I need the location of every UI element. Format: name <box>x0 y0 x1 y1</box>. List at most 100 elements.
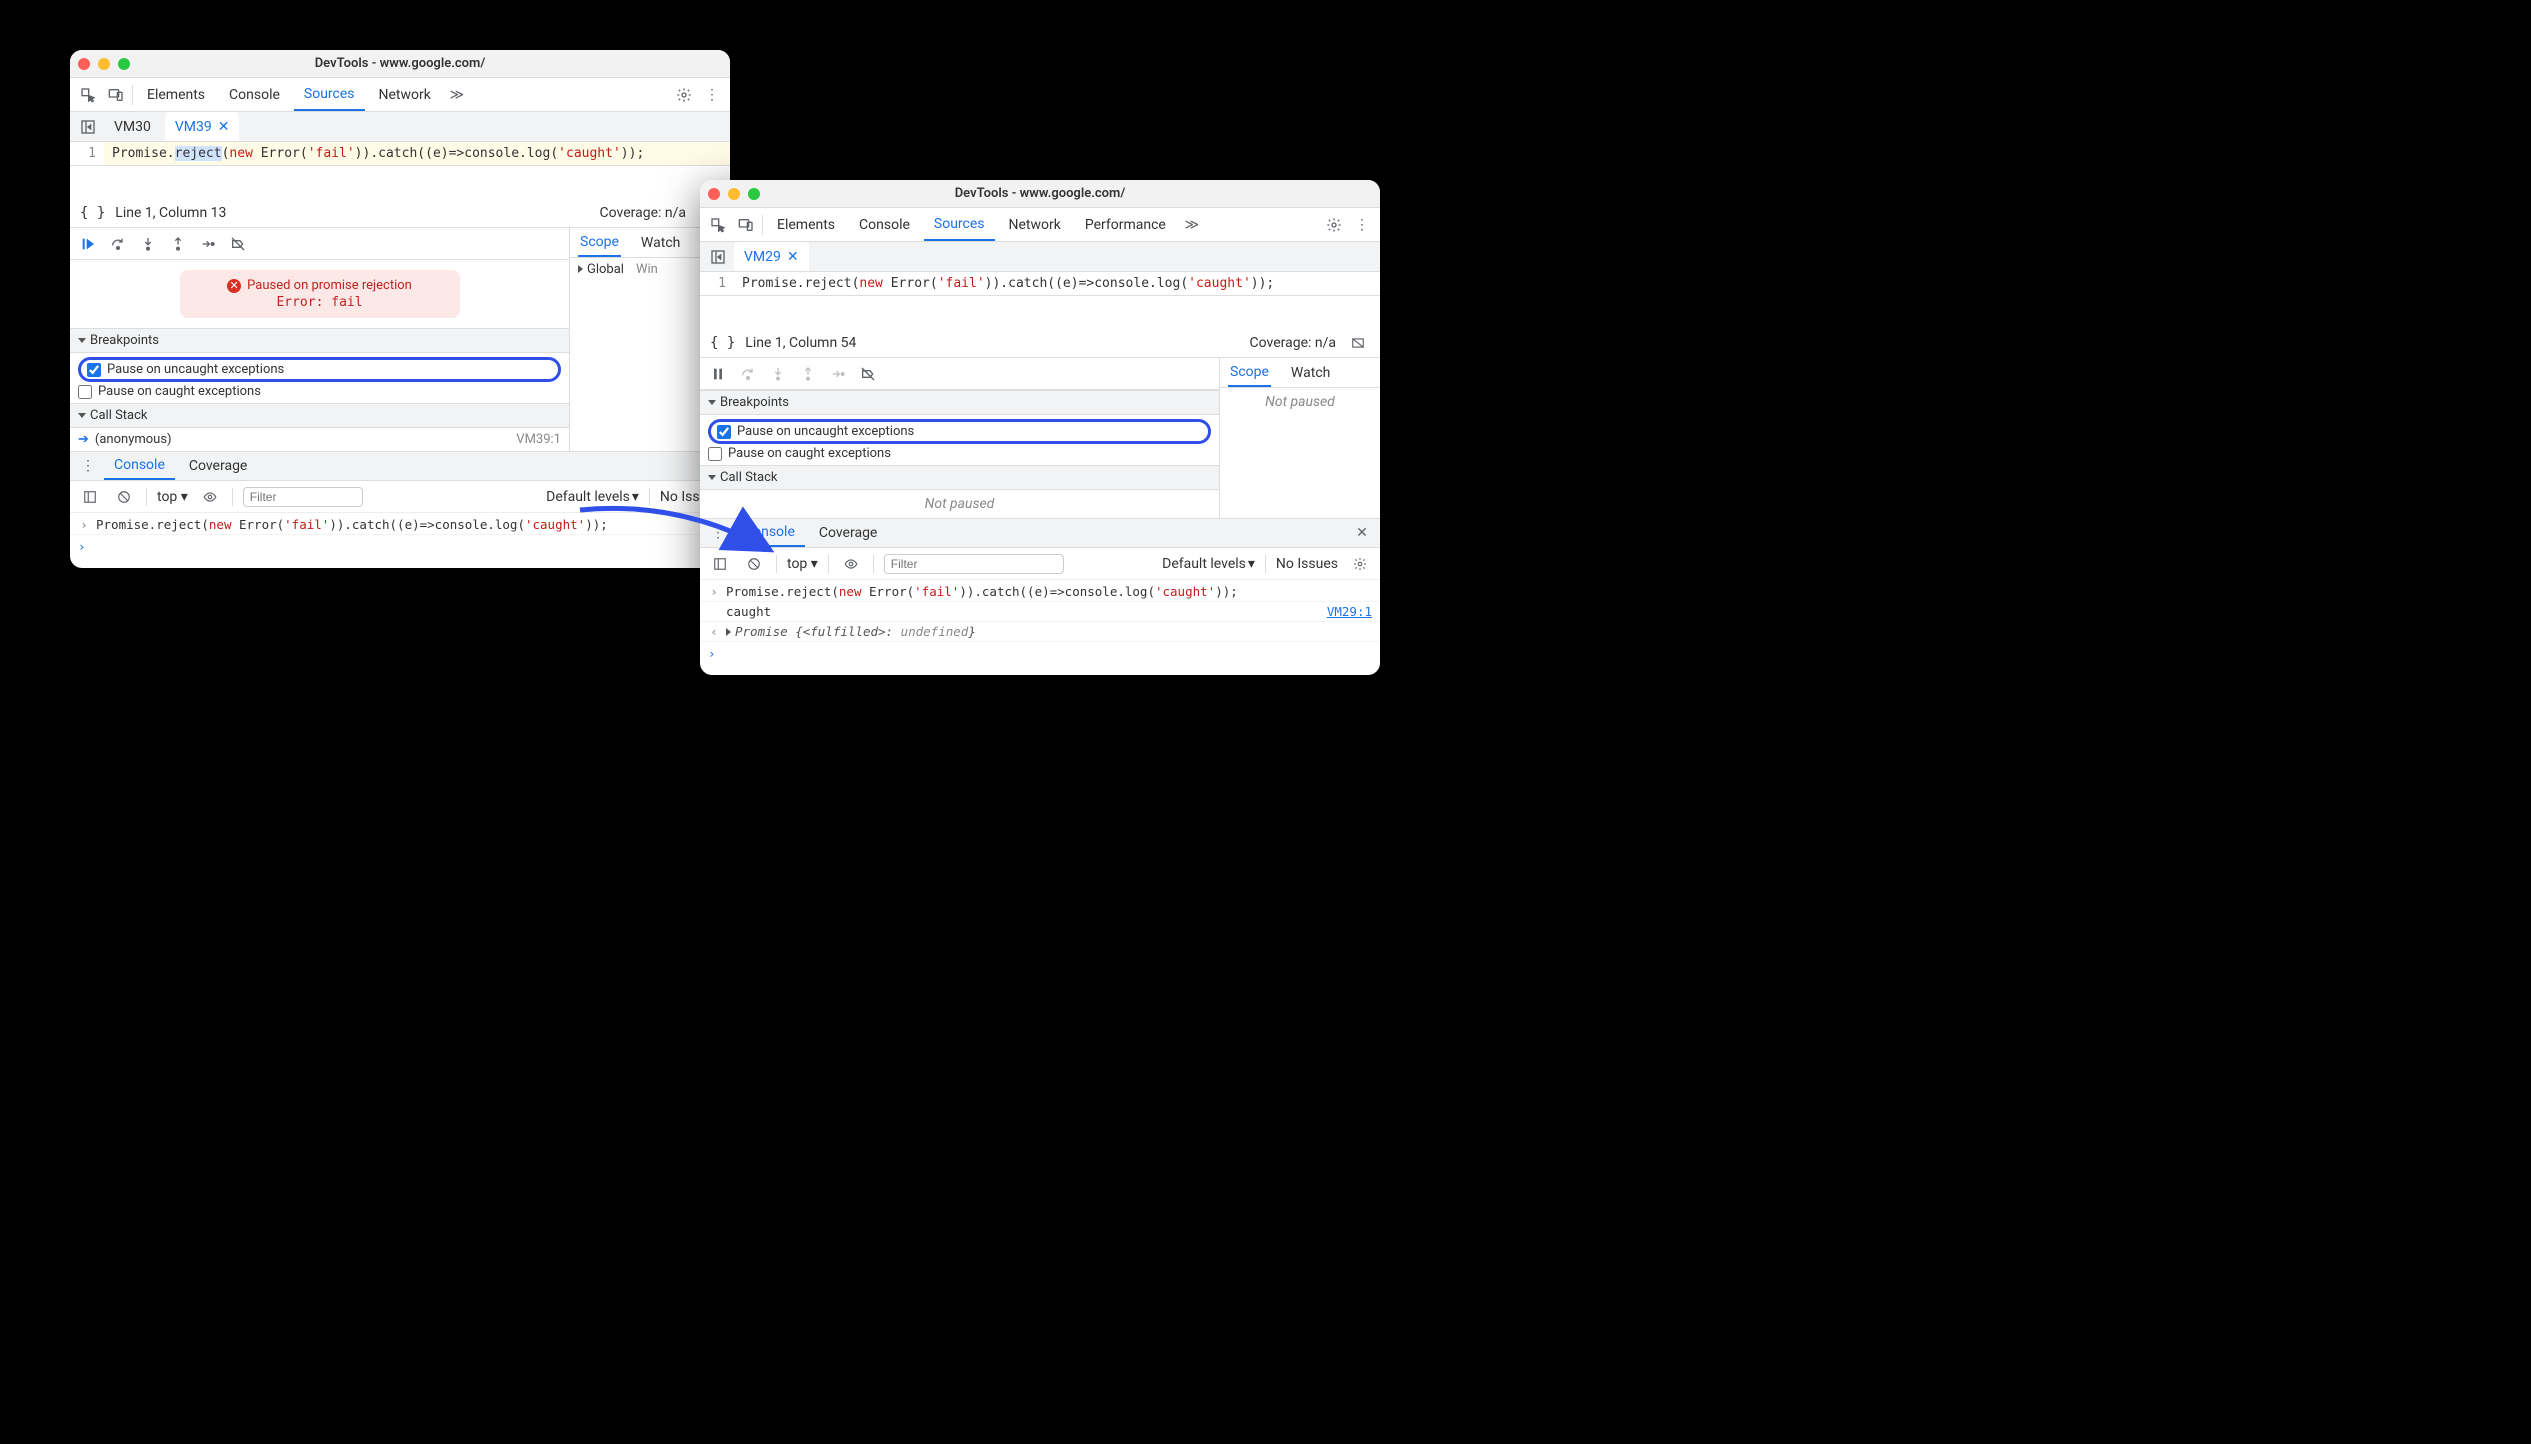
drawer-tab-console[interactable]: Console <box>734 519 805 547</box>
sidebar-toggle-icon[interactable] <box>78 485 102 509</box>
tab-elements[interactable]: Elements <box>137 78 215 111</box>
device-icon[interactable] <box>734 213 758 237</box>
drawer-kebab-icon[interactable]: ⋮ <box>76 454 100 478</box>
kebab-icon[interactable]: ⋮ <box>700 83 724 107</box>
callstack-section[interactable]: Call Stack <box>700 465 1219 490</box>
console-prompt[interactable]: › <box>700 642 1380 665</box>
window-title: DevTools - www.google.com/ <box>70 56 730 71</box>
console-prompt[interactable]: › <box>70 535 730 558</box>
step-into-icon[interactable] <box>138 234 158 254</box>
file-tab-vm39[interactable]: VM39 ✕ <box>165 112 240 141</box>
step-over-icon[interactable] <box>108 234 128 254</box>
drawer-tab-console[interactable]: Console <box>104 452 175 480</box>
tab-network[interactable]: Network <box>369 78 441 111</box>
pause-caught-checkbox[interactable]: Pause on caught exceptions <box>78 384 561 399</box>
clear-console-icon[interactable] <box>112 485 136 509</box>
console-input-line[interactable]: › Promise.reject(new Error('fail')).catc… <box>700 582 1380 602</box>
log-levels[interactable]: Default levels ▾ <box>1162 556 1255 572</box>
callstack-section[interactable]: Call Stack <box>70 403 569 428</box>
chevron-left-icon: ‹ <box>708 624 720 639</box>
drawer-kebab-icon[interactable]: ⋮ <box>706 521 730 545</box>
navigator-icon[interactable] <box>76 115 100 139</box>
breakpoints-section[interactable]: Breakpoints <box>700 390 1219 415</box>
line-number: 1 <box>70 142 104 165</box>
maximize-icon[interactable] <box>748 188 760 200</box>
close-tab-icon[interactable]: ✕ <box>218 119 230 135</box>
live-expr-icon[interactable] <box>198 485 222 509</box>
inspect-icon[interactable] <box>76 83 100 107</box>
tab-elements[interactable]: Elements <box>767 208 845 241</box>
tab-watch[interactable]: Watch <box>639 228 682 257</box>
drawer-tab-coverage[interactable]: Coverage <box>809 519 887 547</box>
coverage-toggle-icon[interactable] <box>1346 331 1370 355</box>
frame-source[interactable]: VM39:1 <box>516 432 561 447</box>
context-selector[interactable]: top ▾ <box>787 556 818 572</box>
tab-performance[interactable]: Performance <box>1075 208 1176 241</box>
kebab-icon[interactable]: ⋮ <box>1350 213 1374 237</box>
callstack-frame[interactable]: ➔ (anonymous) VM39:1 <box>70 428 569 451</box>
code-line[interactable]: Promise.reject(new Error('fail')).catch(… <box>734 272 1380 295</box>
minimize-icon[interactable] <box>98 58 110 70</box>
pause-uncaught-checkbox[interactable]: Pause on uncaught exceptions <box>717 424 914 439</box>
close-icon[interactable] <box>78 58 90 70</box>
pause-uncaught-checkbox[interactable]: Pause on uncaught exceptions <box>87 362 284 377</box>
inspect-icon[interactable] <box>706 213 730 237</box>
tab-console[interactable]: Console <box>219 78 290 111</box>
issues-label[interactable]: No Issues <box>1276 556 1338 572</box>
file-tab-vm29[interactable]: VM29 ✕ <box>734 242 809 271</box>
tab-network[interactable]: Network <box>999 208 1071 241</box>
sidebar-toggle-icon[interactable] <box>708 552 732 576</box>
filter-input[interactable] <box>243 487 363 507</box>
close-icon[interactable] <box>708 188 720 200</box>
clear-console-icon[interactable] <box>742 552 766 576</box>
console-input-line[interactable]: › Promise.reject(new Error('fail')).catc… <box>70 515 730 535</box>
console-gear-icon[interactable] <box>1348 552 1372 576</box>
drawer-tab-coverage[interactable]: Coverage <box>179 452 257 480</box>
step-icon[interactable] <box>198 234 218 254</box>
tab-console[interactable]: Console <box>849 208 920 241</box>
minimize-icon[interactable] <box>728 188 740 200</box>
format-icon[interactable]: { } <box>710 335 735 351</box>
gear-icon[interactable] <box>1322 213 1346 237</box>
file-tab-vm30[interactable]: VM30 <box>104 112 161 141</box>
log-levels[interactable]: Default levels ▾ <box>546 489 639 505</box>
code-line[interactable]: Promise.reject(new Error('fail')).catch(… <box>104 142 730 165</box>
tab-scope[interactable]: Scope <box>578 228 621 257</box>
checkbox-caught[interactable] <box>78 385 92 399</box>
deactivate-bp-icon[interactable] <box>858 364 878 384</box>
format-icon[interactable]: { } <box>80 205 105 221</box>
log-source-link[interactable]: VM29:1 <box>1327 604 1372 619</box>
resume-icon[interactable] <box>78 234 98 254</box>
gear-icon[interactable] <box>672 83 696 107</box>
code-editor[interactable]: 1 Promise.reject(new Error('fail')).catc… <box>70 142 730 166</box>
device-icon[interactable] <box>104 83 128 107</box>
checkbox-uncaught[interactable] <box>87 363 101 377</box>
step-out-icon[interactable] <box>168 234 188 254</box>
step-over-icon <box>738 364 758 384</box>
chevron-right-icon: › <box>78 517 90 532</box>
tab-watch[interactable]: Watch <box>1289 358 1332 387</box>
console-return-line[interactable]: ‹ Promise {<fulfilled>: undefined} <box>700 622 1380 642</box>
console-log-line[interactable]: caught VM29:1 <box>700 602 1380 622</box>
checkbox-uncaught[interactable] <box>717 425 731 439</box>
checkbox-caught[interactable] <box>708 447 722 461</box>
tab-scope[interactable]: Scope <box>1228 358 1271 387</box>
close-drawer-icon[interactable]: ✕ <box>1350 521 1374 545</box>
filter-input[interactable] <box>884 554 1064 574</box>
close-tab-icon[interactable]: ✕ <box>787 249 799 265</box>
tab-sources[interactable]: Sources <box>294 78 365 111</box>
maximize-icon[interactable] <box>118 58 130 70</box>
more-tabs-icon[interactable]: ≫ <box>445 83 469 107</box>
live-expr-icon[interactable] <box>839 552 863 576</box>
deactivate-bp-icon[interactable] <box>228 234 248 254</box>
breakpoints-section[interactable]: Breakpoints <box>70 328 569 353</box>
navigator-icon[interactable] <box>706 245 730 269</box>
more-tabs-icon[interactable]: ≫ <box>1180 213 1204 237</box>
pause-icon[interactable] <box>708 364 728 384</box>
context-selector[interactable]: top ▾ <box>157 489 188 505</box>
titlebar[interactable]: DevTools - www.google.com/ <box>700 180 1380 208</box>
pause-caught-checkbox[interactable]: Pause on caught exceptions <box>708 446 1211 461</box>
tab-sources[interactable]: Sources <box>924 208 995 241</box>
titlebar[interactable]: DevTools - www.google.com/ <box>70 50 730 78</box>
code-editor[interactable]: 1 Promise.reject(new Error('fail')).catc… <box>700 272 1380 296</box>
